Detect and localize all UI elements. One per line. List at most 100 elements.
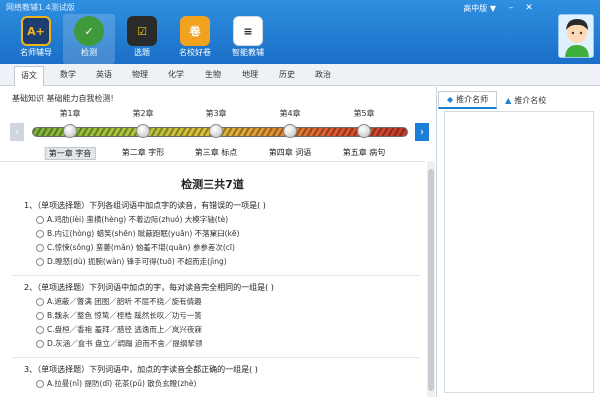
option-b[interactable]: B.魏永／整色 惊鸷／桎梏 蹊然长叹／功亏一篑 xyxy=(36,310,419,321)
option-text: D.瞪怒(dù) 扼腕(wàn) 锋手可得(tuō) 不超而走(jìng) xyxy=(47,257,227,266)
option-text: C.盘桓／香袍 羞拜／腊径 逃逸而上／岚兴夜寐 xyxy=(47,325,202,334)
radio-button[interactable] xyxy=(36,257,44,266)
option-b[interactable]: B.内讧(hòng) 蜡笑(shēn) 眦蔽跑眠(yuān) 不落窠臼(kē) xyxy=(36,228,419,239)
radio-button[interactable] xyxy=(36,215,44,224)
option-text: A.鸡肋(lèi) 蛮横(hèng) 不着边际(zhuó) 大模字轴(tè) xyxy=(47,215,229,224)
option-c[interactable]: C.盘桓／香袍 羞拜／腊径 逃逸而上／岚兴夜寐 xyxy=(36,324,419,335)
window-controls: 高中版 ▼ – ✕ xyxy=(459,2,536,14)
quiz-title: 检测三共7道 xyxy=(181,178,244,191)
user-avatar-icon xyxy=(559,15,593,57)
tool-label: 名师辅导 xyxy=(20,48,52,57)
recommend-tabs: ◆ 推介名师 ▲ 推介名校 xyxy=(438,91,600,109)
chapter-knob[interactable] xyxy=(136,124,150,138)
tab-chemistry[interactable]: 化学 xyxy=(168,69,184,80)
close-icon[interactable]: ✕ xyxy=(522,2,536,14)
option-c[interactable]: C.惊悚(sǒng) 蛮萎(mǎn) 恼羞不堪(quān) 参参差次(cī) xyxy=(36,242,419,253)
tab-english[interactable]: 英语 xyxy=(96,69,112,80)
tab-recommend-teachers[interactable]: ◆ 推介名师 xyxy=(438,91,498,109)
chevron-left-icon[interactable]: ‹ xyxy=(10,123,24,141)
recommend-list xyxy=(444,111,594,393)
tool-label: 检测 xyxy=(81,48,97,57)
vertical-scrollbar[interactable] xyxy=(427,161,435,397)
radio-button[interactable] xyxy=(36,379,44,388)
radio-button[interactable] xyxy=(36,325,44,334)
tool-school-papers[interactable]: 卷 名校好卷 xyxy=(169,14,221,64)
question-1: 1、（单项选择题）下列各组词语中加点字的读音，有错误的一项是( ) A.鸡肋(l… xyxy=(24,200,419,267)
minimize-icon[interactable]: – xyxy=(504,2,518,14)
question-2: 2、（单项选择题）下列词语中加点的字，每对读音完全相同的一组是( ) A.遮蔽／… xyxy=(24,282,419,349)
tab-chinese[interactable]: 语文 xyxy=(14,66,44,86)
school-icon: ▲ xyxy=(505,95,512,105)
chapter-number-label: 第1章 xyxy=(59,109,81,118)
tool-teacher-tutoring[interactable]: A+ 名师辅导 xyxy=(10,14,62,64)
tab-label: 推介名师 xyxy=(456,95,489,104)
tab-label: 推介名校 xyxy=(514,95,547,105)
section-title: 基础知识 基础能力自我检测! xyxy=(12,94,114,103)
tab-geography[interactable]: 地理 xyxy=(242,69,258,80)
tab-history[interactable]: 历史 xyxy=(279,69,295,80)
option-a[interactable]: A.鸡肋(lèi) 蛮横(hèng) 不着边际(zhuó) 大模字轴(tè) xyxy=(36,214,419,225)
chapter-knob[interactable] xyxy=(209,124,223,138)
chevron-right-icon[interactable]: › xyxy=(415,123,429,141)
chapter-link-pronunciation[interactable]: 第一章 字音 xyxy=(44,147,96,160)
tab-politics[interactable]: 政治 xyxy=(315,69,331,80)
chapter-number-label: 第4章 xyxy=(279,109,301,118)
question-divider xyxy=(12,357,420,358)
chapter-number-label: 第3章 xyxy=(205,109,227,118)
radio-button[interactable] xyxy=(36,297,44,306)
teacher-a-plus-icon: A+ xyxy=(21,16,51,46)
tab-recommend-schools[interactable]: ▲ 推介名校 xyxy=(497,91,554,109)
version-select[interactable]: 高中版 ▼ xyxy=(459,3,500,14)
avatar[interactable] xyxy=(558,14,594,58)
option-d[interactable]: D.瞪怒(dù) 扼腕(wàn) 锋手可得(tuō) 不超而走(jìng) xyxy=(36,256,419,267)
quiz-content: 检测三共7道 1、（单项选择题）下列各组词语中加点字的读音，有错误的一项是( )… xyxy=(0,161,425,397)
question-stem: 3、（单项选择题）下列词语中，加点的字读音全都正确的一组是( ) xyxy=(24,365,258,374)
school-paper-icon: 卷 xyxy=(180,16,210,46)
tool-select-questions[interactable]: ☑ 选题 xyxy=(116,14,168,64)
option-a[interactable]: A.遮蔽／瞥满 团图／韶听 不屈不挠／旋有倩趣 xyxy=(36,296,419,307)
chapter-link-punctuation[interactable]: 第三章 标点 xyxy=(192,147,241,158)
version-select-label: 高中版 xyxy=(463,3,488,13)
select-question-icon: ☑ xyxy=(127,16,157,46)
tool-test[interactable]: ✓ 检测 xyxy=(63,14,115,64)
smart-tutor-icon: ≡ xyxy=(233,16,263,46)
chapter-link-words[interactable]: 第四章 词语 xyxy=(266,147,315,158)
option-text: A.拉曼(nǐ) 提防(dī) 花茶(pǔ) 散负玄瞪(zhè) xyxy=(47,379,197,388)
option-text: B.魏永／整色 惊鸷／桎梏 蹊然长叹／功亏一篑 xyxy=(47,311,202,320)
chapter-number-label: 第2章 xyxy=(132,109,154,118)
tab-physics[interactable]: 物理 xyxy=(132,69,148,80)
option-text: A.遮蔽／瞥满 团图／韶听 不屈不挠／旋有倩趣 xyxy=(47,297,202,306)
chapter-knob[interactable] xyxy=(63,124,77,138)
chapter-knob[interactable] xyxy=(357,124,371,138)
question-stem: 2、（单项选择题）下列词语中加点的字，每对读音完全相同的一组是( ) xyxy=(24,283,274,292)
chapter-link-character-form[interactable]: 第二章 字形 xyxy=(119,147,168,158)
option-text: B.内讧(hòng) 蜡笑(shēn) 眦蔽跑眠(yuān) 不落窠臼(kē) xyxy=(47,229,240,238)
radio-button[interactable] xyxy=(36,243,44,252)
chapter-progress: ‹ › 第1章 第2章 第3章 第4章 第5章 第一章 字音 第二章 字形 第三… xyxy=(0,105,437,160)
chapter-number-label: 第5章 xyxy=(353,109,375,118)
test-robot-icon: ✓ xyxy=(74,16,104,46)
radio-button[interactable] xyxy=(36,311,44,320)
chapter-knob[interactable] xyxy=(283,124,297,138)
tool-label: 名校好卷 xyxy=(179,48,211,57)
radio-button[interactable] xyxy=(36,339,44,348)
app-title: 网络教辅1.4测试版 xyxy=(6,3,75,12)
question-stem: 1、（单项选择题）下列各组词语中加点字的读音，有错误的一项是( ) xyxy=(24,201,266,210)
tool-label: 智能教辅 xyxy=(232,48,264,57)
option-a[interactable]: A.拉曼(nǐ) 提防(dī) 花茶(pǔ) 散负玄瞪(zhè) xyxy=(36,378,419,389)
recommend-panel: ◆ 推介名师 ▲ 推介名校 xyxy=(438,87,600,397)
chapter-link-sentence-errors[interactable]: 第五章 病句 xyxy=(340,147,389,158)
test-panel: 基础知识 基础能力自我检测! ‹ › 第1章 第2章 第3章 第4章 第5章 第… xyxy=(0,87,437,397)
tool-label: 选题 xyxy=(134,48,150,57)
radio-button[interactable] xyxy=(36,229,44,238)
tag-icon: ◆ xyxy=(447,95,454,104)
scrollbar-thumb[interactable] xyxy=(428,169,434,391)
tab-math[interactable]: 数学 xyxy=(60,69,76,80)
question-3: 3、（单项选择题）下列词语中，加点的字读音全都正确的一组是( ) A.拉曼(nǐ… xyxy=(24,364,419,389)
subject-tab-bar: 语文 数学 英语 物理 化学 生物 地理 历史 政治 xyxy=(0,64,600,86)
option-text: D.灰涵／盒书 盘立／绸蹋 迫而不舍／提纲挈领 xyxy=(47,339,203,348)
tool-smart-tutor[interactable]: ≡ 智能教辅 xyxy=(222,14,274,64)
question-divider xyxy=(12,275,420,276)
tab-biology[interactable]: 生物 xyxy=(205,69,221,80)
option-d[interactable]: D.灰涵／盒书 盘立／绸蹋 迫而不舍／提纲挈领 xyxy=(36,338,419,349)
